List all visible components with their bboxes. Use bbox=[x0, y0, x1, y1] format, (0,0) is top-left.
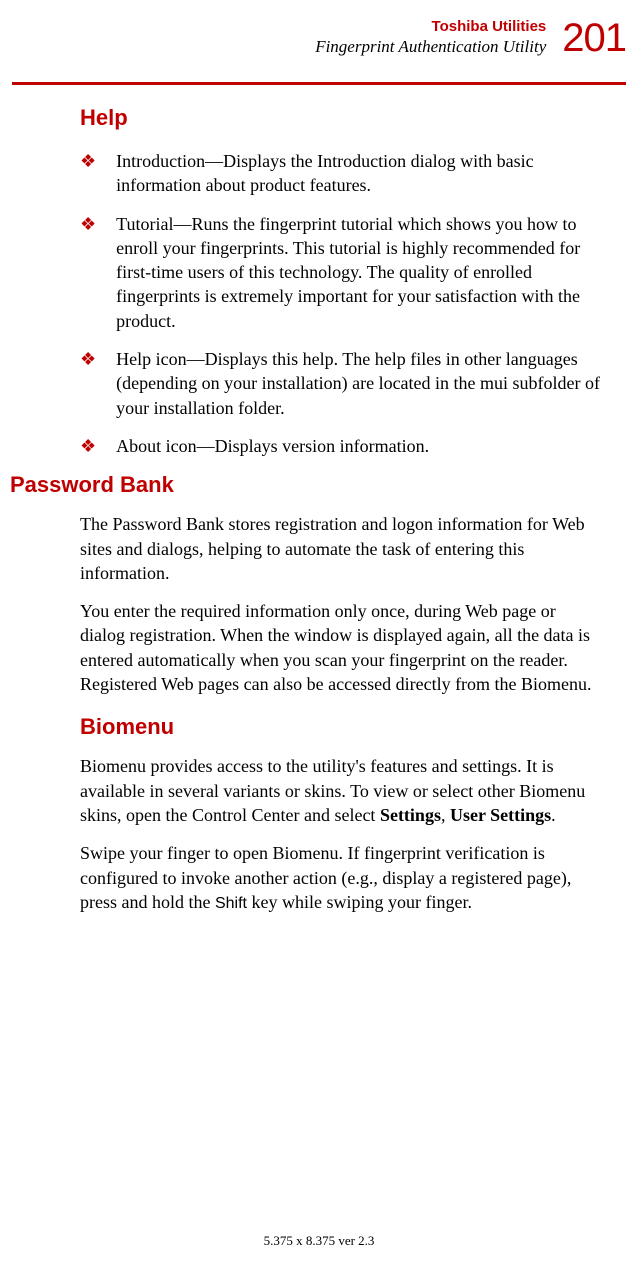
biomenu-para-1: Biomenu provides access to the utility's… bbox=[80, 754, 604, 827]
key-label-shift: Shift bbox=[215, 895, 247, 912]
page-number: 201 bbox=[562, 18, 626, 58]
list-item: ❖ Tutorial—Runs the fingerprint tutorial… bbox=[80, 212, 604, 333]
bullet-icon: ❖ bbox=[80, 434, 96, 458]
bold-text-user-settings: User Settings bbox=[450, 805, 551, 825]
list-item: ❖ Help icon—Displays this help. The help… bbox=[80, 347, 604, 420]
heading-biomenu: Biomenu bbox=[80, 714, 608, 740]
text-fragment: , bbox=[441, 805, 450, 825]
bold-text-settings: Settings bbox=[380, 805, 441, 825]
password-bank-para-1: The Password Bank stores registration an… bbox=[80, 512, 604, 585]
list-item-text: Introduction—Displays the Introduction d… bbox=[116, 149, 604, 198]
header-text-block: Toshiba Utilities Fingerprint Authentica… bbox=[315, 18, 546, 57]
help-bullet-list: ❖ Introduction—Displays the Introduction… bbox=[80, 149, 604, 458]
heading-password-bank: Password Bank bbox=[10, 472, 608, 498]
bullet-icon: ❖ bbox=[80, 347, 96, 420]
heading-help: Help bbox=[80, 105, 608, 131]
header-title: Toshiba Utilities bbox=[315, 18, 546, 35]
bullet-icon: ❖ bbox=[80, 212, 96, 333]
text-fragment: . bbox=[551, 805, 556, 825]
list-item: ❖ About icon—Displays version informatio… bbox=[80, 434, 604, 458]
list-item-text: About icon—Displays version information. bbox=[116, 434, 429, 458]
list-item: ❖ Introduction—Displays the Introduction… bbox=[80, 149, 604, 198]
header-subtitle: Fingerprint Authentication Utility bbox=[315, 37, 546, 57]
biomenu-para-2: Swipe your finger to open Biomenu. If fi… bbox=[80, 841, 604, 914]
password-bank-para-2: You enter the required information only … bbox=[80, 599, 604, 696]
page-content: Help ❖ Introduction—Displays the Introdu… bbox=[0, 85, 638, 914]
page-footer: 5.375 x 8.375 ver 2.3 bbox=[0, 1233, 638, 1249]
text-fragment: key while swiping your finger. bbox=[247, 892, 472, 912]
bullet-icon: ❖ bbox=[80, 149, 96, 198]
page-header: Toshiba Utilities Fingerprint Authentica… bbox=[0, 0, 638, 58]
list-item-text: Tutorial—Runs the fingerprint tutorial w… bbox=[116, 212, 604, 333]
list-item-text: Help icon—Displays this help. The help f… bbox=[116, 347, 604, 420]
